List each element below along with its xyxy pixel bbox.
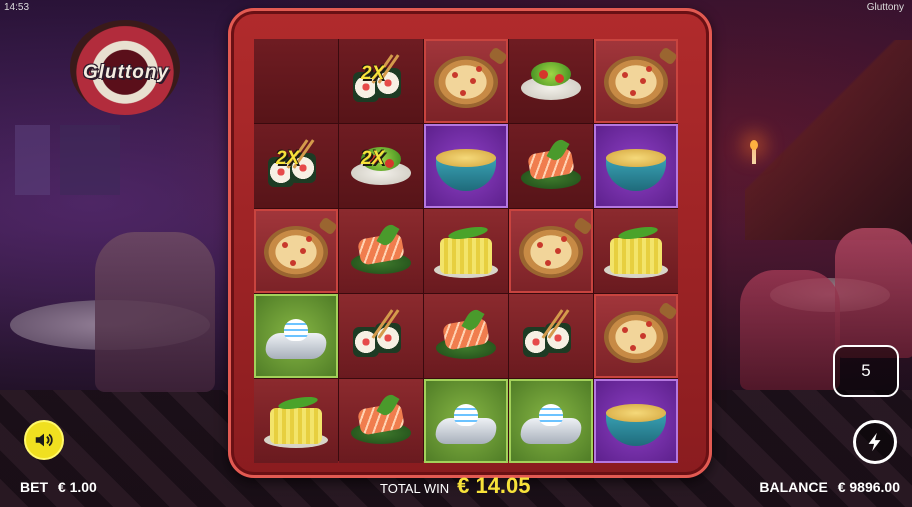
background-window	[60, 125, 120, 195]
logo-text: Gluttony	[82, 62, 170, 83]
reel-cell	[594, 379, 678, 463]
reel-cell	[339, 294, 423, 378]
soup-symbol-icon	[430, 135, 502, 197]
salmon-symbol-icon	[345, 220, 417, 282]
background-chair	[95, 232, 215, 392]
reel-cell: 2X	[339, 124, 423, 208]
sushi-symbol-icon	[515, 305, 587, 367]
multiplier-badge: 2X	[276, 148, 300, 169]
bet-display[interactable]: BET € 1.00	[20, 479, 97, 495]
balance-value: € 9896.00	[837, 479, 900, 495]
reel-cell	[594, 39, 678, 123]
reel-cell	[254, 39, 338, 123]
background-chair	[740, 270, 840, 390]
tofu-symbol-icon	[260, 390, 332, 452]
status-clock: 14:53	[4, 2, 30, 13]
reel-cell	[254, 294, 338, 378]
game-logo: Gluttony	[60, 12, 190, 122]
reel-cell	[509, 209, 593, 293]
sound-toggle-button[interactable]	[24, 420, 64, 460]
pizza-symbol-icon	[600, 50, 672, 112]
reel-cell: 2X	[339, 39, 423, 123]
panna-symbol-icon	[260, 305, 332, 367]
autoplay-button[interactable]: 5	[833, 345, 899, 397]
tofu-symbol-icon	[600, 220, 672, 282]
reel-cell	[424, 294, 508, 378]
background-window	[15, 125, 50, 195]
window-title: Gluttony	[866, 2, 904, 13]
salmon-symbol-icon	[515, 135, 587, 197]
reel-cell	[339, 209, 423, 293]
sushi-symbol-icon	[345, 305, 417, 367]
reel-cell: 2X	[254, 124, 338, 208]
background-stairs	[745, 40, 912, 240]
spin-button[interactable]	[853, 420, 897, 464]
soup-symbol-icon	[600, 390, 672, 452]
salmon-symbol-icon	[345, 390, 417, 452]
total-win-label: TOTAL WIN	[380, 481, 450, 496]
reel-cell	[509, 124, 593, 208]
candle-flame	[750, 140, 758, 150]
reel-grid: 2X 2X 2X	[254, 39, 678, 463]
reel-cell	[594, 124, 678, 208]
candle	[752, 148, 756, 164]
panna-symbol-icon	[515, 390, 587, 452]
bet-value: € 1.00	[57, 479, 97, 495]
reel-cell	[424, 209, 508, 293]
salmon-symbol-icon	[430, 305, 502, 367]
reel-cell	[594, 209, 678, 293]
autoplay-count: 5	[861, 361, 871, 380]
reel-cell	[254, 209, 338, 293]
salad-symbol-icon	[515, 50, 587, 112]
reel-cell	[594, 294, 678, 378]
reel-cell	[339, 379, 423, 463]
pizza-symbol-icon	[600, 305, 672, 367]
reel-cell	[509, 294, 593, 378]
reel-cell	[424, 124, 508, 208]
pizza-symbol-icon	[430, 50, 502, 112]
speaker-icon	[35, 433, 53, 447]
bet-label: BET	[20, 479, 48, 495]
total-win-display: TOTAL WIN € 14.05	[380, 473, 531, 499]
pizza-symbol-icon	[515, 220, 587, 282]
balance-label: BALANCE	[759, 479, 828, 495]
total-win-value: € 14.05	[457, 473, 531, 498]
reel-cell	[424, 379, 508, 463]
panna-symbol-icon	[430, 390, 502, 452]
background-chair	[835, 228, 912, 358]
reel-cell	[509, 379, 593, 463]
reel-cell	[509, 39, 593, 123]
balance-display: BALANCE € 9896.00	[759, 479, 900, 495]
reel-cell	[254, 379, 338, 463]
soup-symbol-icon	[600, 135, 672, 197]
lightning-icon	[868, 432, 881, 452]
reel-cell	[424, 39, 508, 123]
tofu-symbol-icon	[430, 220, 502, 282]
pizza-symbol-icon	[260, 220, 332, 282]
multiplier-badge: 2X	[361, 63, 385, 84]
multiplier-badge: 2X	[361, 148, 385, 169]
